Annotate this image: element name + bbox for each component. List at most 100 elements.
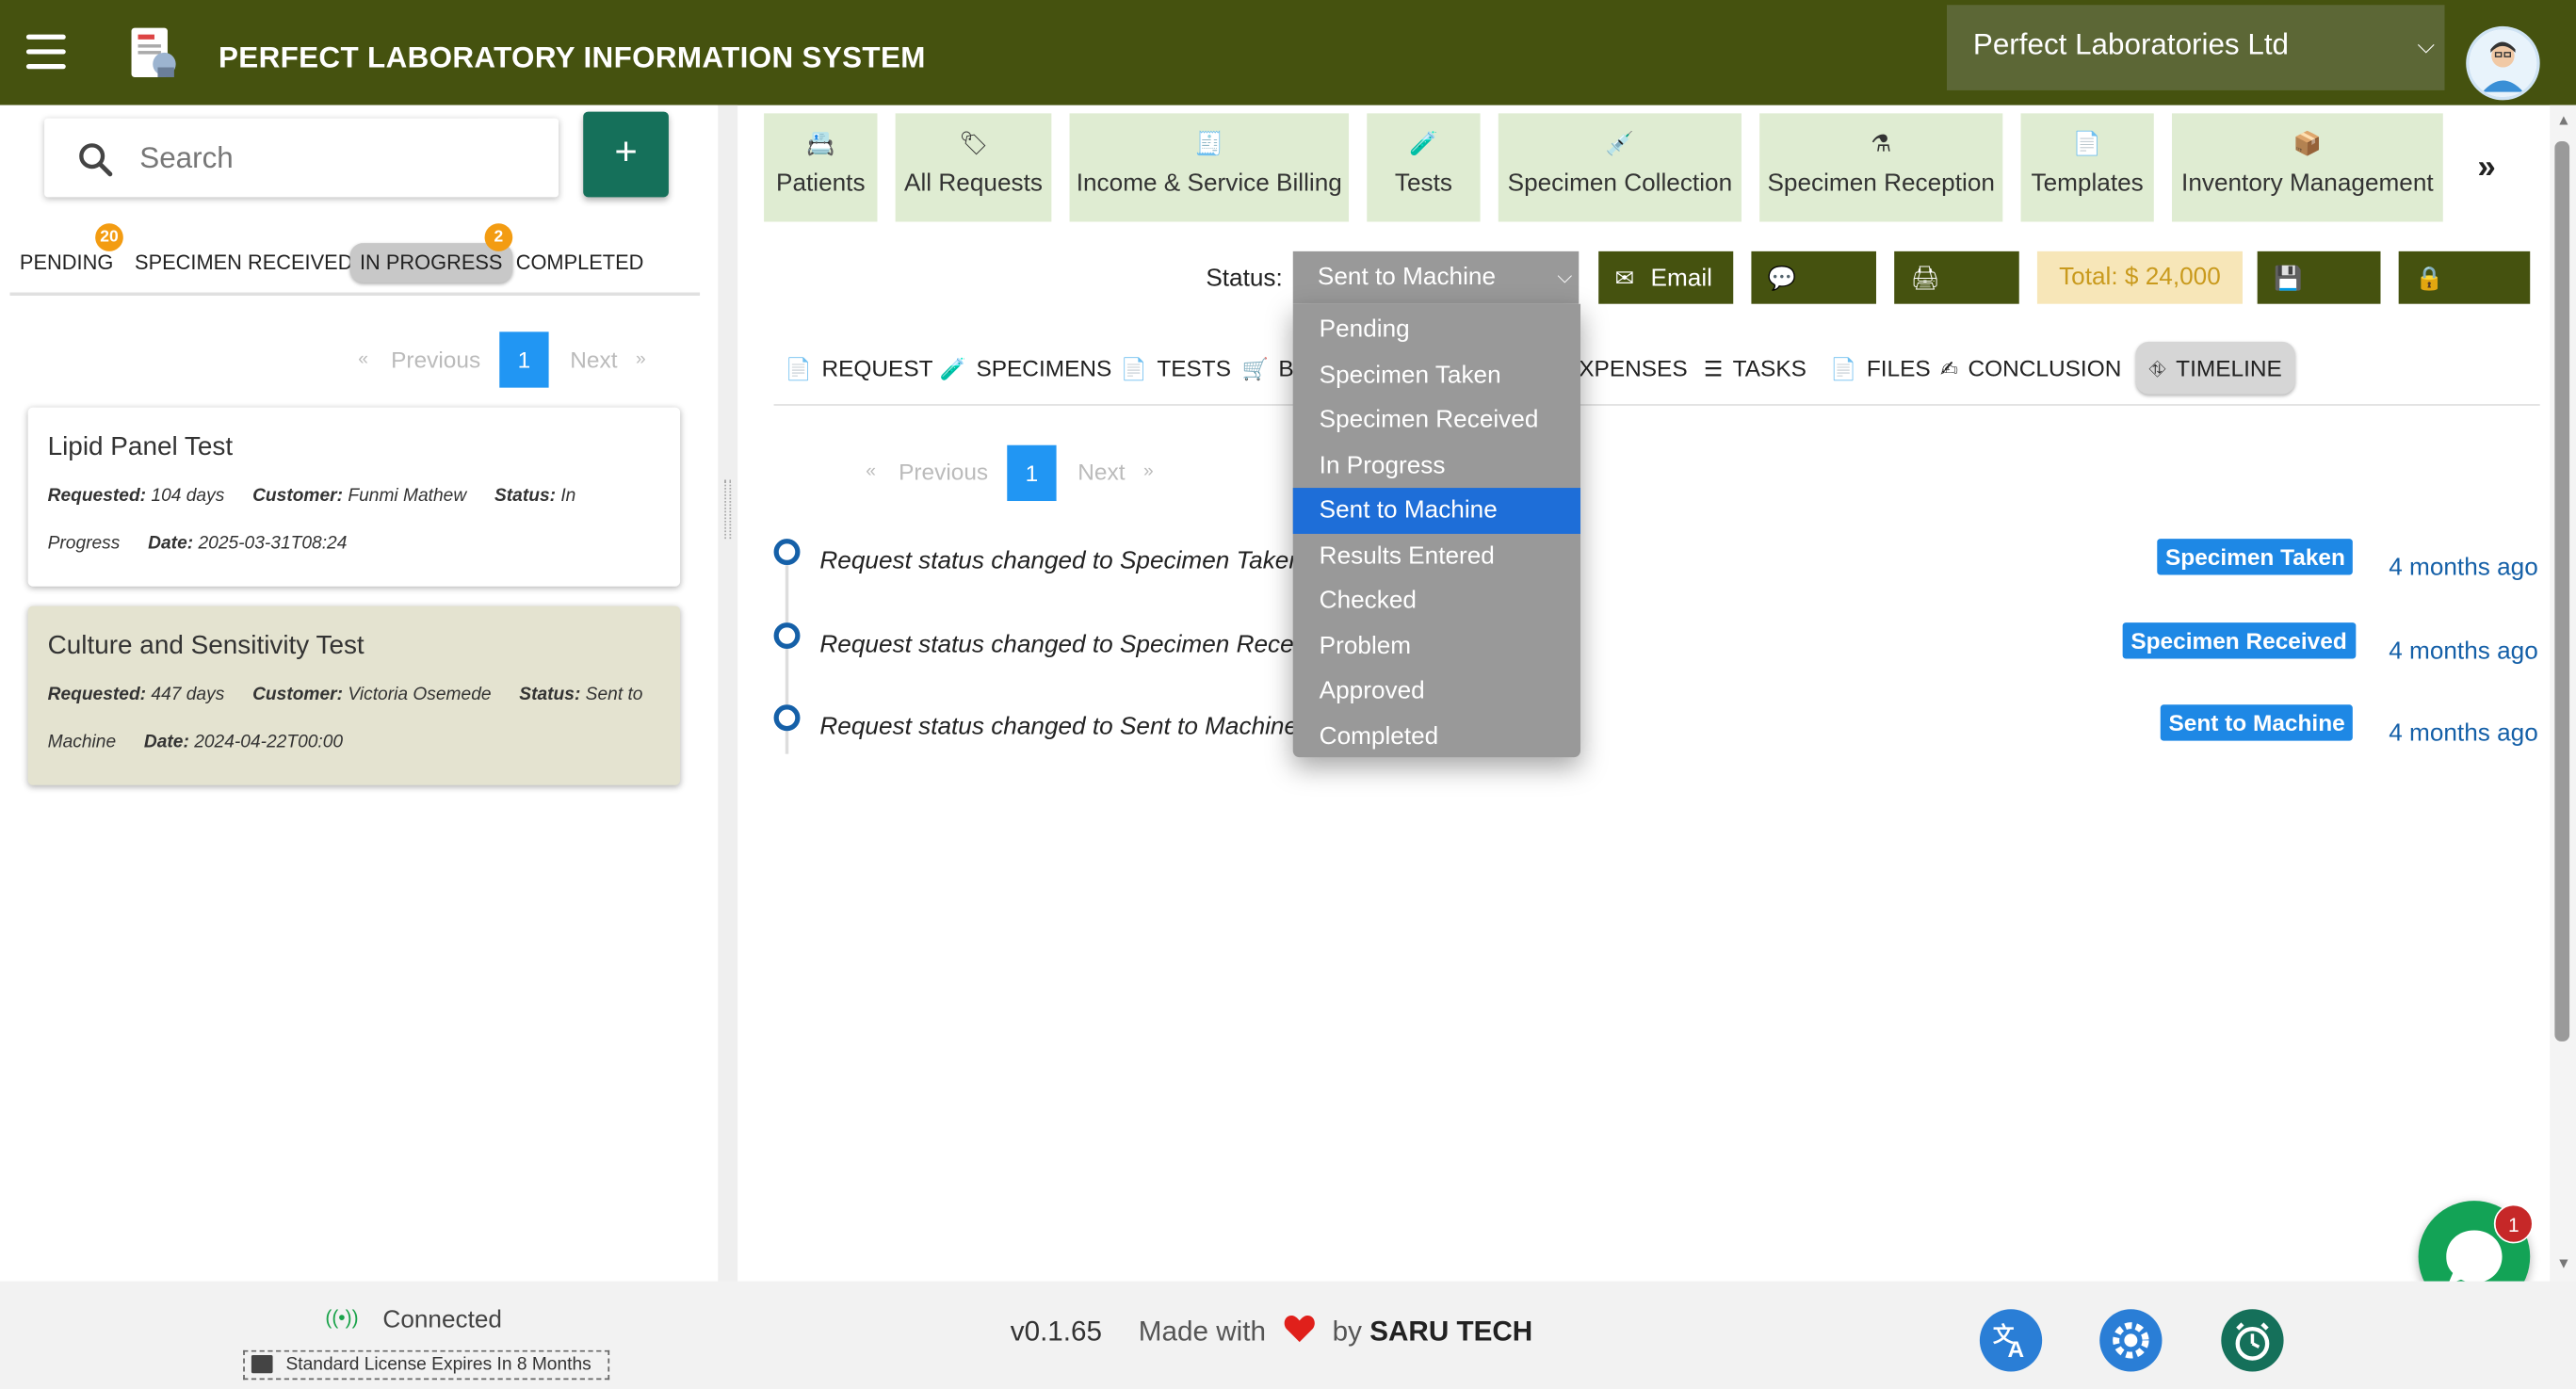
tab-specimens[interactable]: 🧪 SPECIMENS xyxy=(930,342,1121,395)
connection-status: Connected xyxy=(382,1305,502,1334)
request-card[interactable]: Lipid Panel Test Requested: 104 days Cus… xyxy=(27,407,681,587)
status-option-problem[interactable]: Problem xyxy=(1293,623,1580,669)
requested-value: 104 days xyxy=(151,486,225,507)
nav-tile-specimen-collection[interactable]: 💉 Specimen Collection xyxy=(1498,113,1742,222)
sms-icon: 💬 xyxy=(1767,264,1797,291)
filter-tab-specimen-received[interactable]: SPECIMEN RECEIVED xyxy=(125,243,363,283)
tab-tasks[interactable]: ☰ TASKS xyxy=(1693,342,1816,395)
vials-icon: 🧪 xyxy=(1409,129,1438,156)
timeline-event-time: 4 months ago xyxy=(2389,637,2538,666)
id-card-icon: 📇 xyxy=(806,129,835,156)
filter-tab-completed[interactable]: COMPLETED xyxy=(506,243,654,283)
scrollbar-thumb[interactable] xyxy=(2554,141,2570,1042)
status-option-in-progress[interactable]: In Progress xyxy=(1293,443,1580,488)
envelope-icon: ✉ xyxy=(1614,264,1635,291)
by-label: by xyxy=(1332,1316,1362,1348)
status-option-sent-to-machine[interactable]: Sent to Machine xyxy=(1292,488,1581,534)
filter-label: IN PROGRESS xyxy=(360,250,503,275)
timeline-event-text: Request status changed to Specimen Taken xyxy=(819,546,1303,575)
status-option-checked[interactable]: Checked xyxy=(1293,578,1580,623)
scroll-up-icon[interactable]: ▲ xyxy=(2556,112,2571,128)
credits-text: by SARU TECH xyxy=(1333,1316,1533,1349)
timeline-event-time: 4 months ago xyxy=(2389,719,2538,748)
license-text: Standard License Expires In 8 Months xyxy=(285,1355,591,1375)
last-page-icon: » xyxy=(636,349,646,370)
nav-tile-inventory-management[interactable]: 📦 Inventory Management xyxy=(2171,113,2443,222)
license-info: Standard License Expires In 8 Months xyxy=(243,1349,610,1381)
close-label: Close xyxy=(2415,316,2479,346)
request-title: Culture and Sensitivity Test xyxy=(47,632,365,661)
settings-button[interactable] xyxy=(2099,1309,2163,1372)
first-page-icon: « xyxy=(358,349,368,370)
nav-tile-tests[interactable]: 🧪 Tests xyxy=(1367,113,1481,222)
previous-page-link[interactable]: Previous xyxy=(899,459,988,485)
tab-request[interactable]: 📄 REQUEST xyxy=(775,342,943,395)
organization-select[interactable]: Perfect Laboratories Ltd ⌵ xyxy=(1946,5,2445,90)
panel-splitter[interactable] xyxy=(718,105,738,1282)
file-icon: 📄 xyxy=(1830,356,1857,381)
status-option-pending[interactable]: Pending xyxy=(1293,307,1580,352)
tab-tests[interactable]: 📄 TESTS xyxy=(1110,342,1240,395)
status-select[interactable]: Sent to Machine ⌵ xyxy=(1292,250,1580,304)
timeline-connector xyxy=(785,565,789,623)
scroll-down-icon[interactable]: ▼ xyxy=(2556,1255,2571,1271)
status-option-results-entered[interactable]: Results Entered xyxy=(1293,533,1580,578)
request-title: Lipid Panel Test xyxy=(47,433,234,462)
alarm-button[interactable] xyxy=(2221,1309,2284,1372)
page-number-button[interactable]: 1 xyxy=(1007,444,1057,502)
previous-page-link[interactable]: Previous xyxy=(391,347,480,373)
status-option-specimen-taken[interactable]: Specimen Taken xyxy=(1293,352,1580,397)
status-dropdown-menu: Pending Specimen Taken Specimen Received… xyxy=(1292,303,1581,759)
credit-card-icon xyxy=(251,1355,273,1374)
more-nav-icon[interactable]: » xyxy=(2477,150,2495,187)
request-meta: Requested: 104 days Customer: Funmi Math… xyxy=(48,473,661,568)
printer-icon: 🖨 xyxy=(1910,264,1940,291)
status-badge: Sent to Machine xyxy=(2160,704,2354,741)
nav-tile-templates[interactable]: 📄 Templates xyxy=(2020,113,2154,222)
status-option-completed[interactable]: Completed xyxy=(1293,714,1580,759)
timeline-event-text: Request status changed to Specimen Recei… xyxy=(819,630,1312,659)
vials-icon: 🧪 xyxy=(939,356,966,381)
chevron-down-icon: ⌵ xyxy=(1557,264,1573,288)
user-avatar-icon[interactable] xyxy=(2466,25,2540,101)
timeline-connector xyxy=(785,648,789,705)
status-badge: Specimen Received xyxy=(2122,622,2356,659)
print-button[interactable]: 🖨Print xyxy=(1894,250,2019,345)
menu-icon[interactable] xyxy=(25,34,66,71)
close-button[interactable]: 🔒 Close xyxy=(2398,250,2531,345)
next-page-link[interactable]: Next xyxy=(1077,459,1125,485)
translate-button[interactable]: 文A xyxy=(1979,1309,2043,1372)
email-button[interactable]: ✉ Email xyxy=(1598,250,1734,304)
page-number-button[interactable]: 1 xyxy=(499,331,549,388)
organization-name: Perfect Laboratories Ltd xyxy=(1972,27,2290,61)
save-button[interactable]: 💾Save xyxy=(2257,250,2381,345)
app-version: v0.1.65 xyxy=(1010,1316,1103,1348)
nav-tile-patients[interactable]: 📇 Patients xyxy=(764,113,878,222)
search-input[interactable] xyxy=(139,135,534,181)
tile-label: Specimen Reception xyxy=(1767,169,1995,198)
tab-conclusion[interactable]: ✍ CONCLUSION xyxy=(1931,342,2131,395)
lock-icon: 🔒 xyxy=(2415,264,2444,291)
filter-divider xyxy=(9,292,701,296)
add-request-button[interactable]: + xyxy=(583,111,669,198)
next-page-link[interactable]: Next xyxy=(570,347,617,373)
tab-files[interactable]: 📄 FILES xyxy=(1821,342,1940,395)
tab-label: TESTS xyxy=(1157,354,1232,381)
timeline-connector xyxy=(785,731,789,754)
tab-label: SPECIMENS xyxy=(976,354,1112,381)
tab-expenses[interactable]: XPENSES xyxy=(1569,342,1697,395)
filter-label: SPECIMEN RECEIVED xyxy=(135,250,353,275)
nav-tile-all-requests[interactable]: 🏷 All Requests xyxy=(895,113,1052,222)
status-option-specimen-received[interactable]: Specimen Received xyxy=(1293,397,1580,443)
tab-timeline[interactable]: ⛗ TIMELINE xyxy=(2135,341,2295,395)
timeline-event-text: Request status changed to Sent to Machin… xyxy=(819,713,1312,741)
nav-tile-specimen-reception[interactable]: ⚗ Specimen Reception xyxy=(1759,113,2003,222)
status-select-value: Sent to Machine xyxy=(1317,263,1497,291)
company-name: SARU TECH xyxy=(1369,1316,1533,1348)
nav-tile-billing[interactable]: 🧾 Income & Service Billing xyxy=(1069,113,1350,222)
filter-tab-in-progress[interactable]: IN PROGRESS xyxy=(349,243,512,283)
request-card[interactable]: Culture and Sensitivity Test Requested: … xyxy=(27,606,681,785)
status-option-approved[interactable]: Approved xyxy=(1293,669,1580,714)
sms-button[interactable]: 💬SMS xyxy=(1751,250,1876,345)
file-icon: 📄 xyxy=(785,356,813,381)
